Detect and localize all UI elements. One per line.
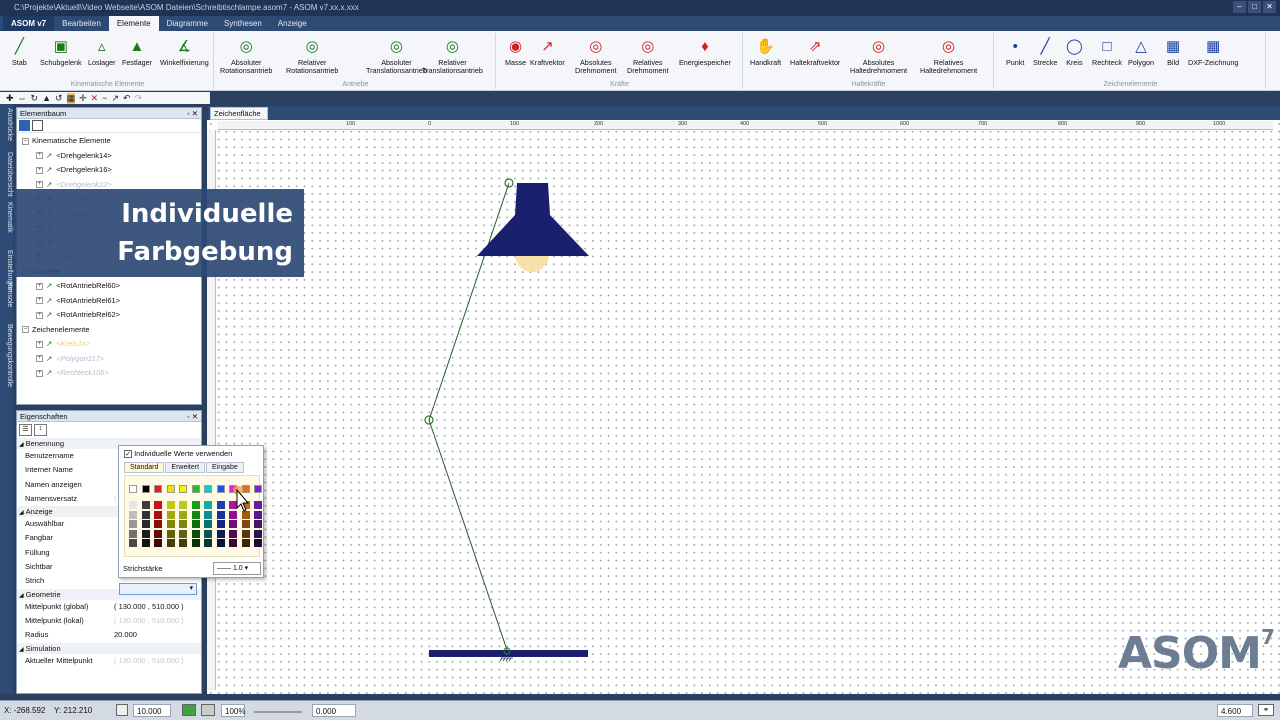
color-swatch[interactable] — [191, 510, 200, 519]
color-picker-popup: ✓ Individuelle Werte verwenden Standard E… — [118, 445, 264, 578]
color-swatch[interactable] — [229, 529, 237, 538]
color-swatch[interactable] — [229, 520, 237, 528]
zoom-slider[interactable] — [254, 711, 302, 713]
caption-overlay: Individuelle Farbgebung — [14, 189, 304, 277]
color-swatch[interactable] — [254, 510, 262, 519]
color-swatch[interactable] — [129, 529, 137, 538]
chevron-down-icon: ▾ — [189, 585, 193, 592]
color-swatch[interactable] — [166, 485, 175, 493]
color-swatch[interactable] — [129, 485, 137, 493]
stroke-width-label: Strichstärke — [123, 564, 163, 573]
caption-line-2: Farbgebung — [117, 237, 293, 267]
logo-version: 7 — [1260, 625, 1275, 650]
grid-icon[interactable] — [116, 704, 128, 716]
right-value-field: 4.600 — [1217, 704, 1253, 717]
fixed-support-icon — [499, 657, 513, 662]
checkbox-icon[interactable]: ✓ — [124, 450, 132, 458]
color-swatch[interactable] — [191, 539, 200, 547]
color-swatch[interactable] — [254, 539, 262, 547]
color-swatch[interactable] — [154, 529, 162, 538]
logo-text: ASOM — [1118, 628, 1262, 679]
color-swatch[interactable] — [254, 501, 262, 509]
color-swatch[interactable] — [179, 510, 187, 519]
status-y: Y: 212.210 — [54, 706, 93, 715]
color-swatch[interactable] — [204, 520, 212, 528]
color-swatch[interactable] — [141, 520, 150, 528]
stroke-width-value: 1.0 — [232, 565, 243, 572]
time-field[interactable]: 0.000 — [312, 704, 356, 717]
color-tab-eingabe[interactable]: Eingabe — [206, 462, 244, 473]
color-swatch[interactable] — [141, 501, 150, 509]
color-tab-standard[interactable]: Standard — [124, 462, 165, 473]
color-swatch[interactable] — [129, 539, 137, 547]
color-swatch[interactable] — [204, 485, 212, 493]
color-swatch[interactable] — [254, 520, 262, 528]
color-swatch[interactable] — [191, 501, 200, 509]
color-swatch[interactable] — [216, 485, 225, 493]
color-swatch[interactable] — [179, 539, 187, 547]
link-lower — [428, 419, 508, 651]
color-swatch[interactable] — [241, 539, 250, 547]
color-swatch[interactable] — [166, 520, 175, 528]
color-swatch[interactable] — [191, 529, 200, 538]
checkbox-label: Individuelle Werte verwenden — [134, 449, 233, 458]
color-tabs: Standard Erweitert Eingabe — [124, 462, 244, 473]
color-swatch[interactable] — [216, 539, 225, 547]
caption-line-1: Individuelle — [121, 199, 293, 229]
color-swatch[interactable] — [154, 510, 162, 519]
color-swatch[interactable] — [154, 520, 162, 528]
asom-logo: ASOM7 — [1118, 625, 1275, 679]
color-swatch[interactable] — [141, 485, 150, 493]
status-x: X: -268.592 — [4, 706, 46, 715]
color-swatch[interactable] — [216, 529, 225, 538]
color-swatch[interactable] — [241, 520, 250, 528]
color-swatch[interactable] — [129, 510, 137, 519]
color-swatch[interactable] — [141, 529, 150, 538]
link-upper — [428, 182, 510, 421]
individual-values-checkbox[interactable]: ✓ Individuelle Werte verwenden — [124, 449, 232, 458]
grid-size-field[interactable]: 10.000 — [133, 704, 171, 717]
color-swatch[interactable] — [191, 485, 200, 493]
color-swatch[interactable] — [129, 520, 137, 528]
lamp-shade — [477, 183, 589, 256]
color-tab-erweitert[interactable]: Erweitert — [165, 462, 206, 473]
stop-button[interactable] — [201, 704, 215, 716]
color-swatch[interactable] — [179, 520, 187, 528]
color-swatch[interactable] — [204, 539, 212, 547]
color-swatch[interactable] — [141, 539, 150, 547]
color-swatch[interactable] — [129, 501, 137, 509]
mouse-cursor-icon — [233, 486, 249, 512]
settings-icon[interactable]: ⚭ — [1258, 704, 1274, 716]
chevron-down-icon: ▾ — [244, 565, 249, 572]
color-swatch[interactable] — [179, 501, 187, 509]
color-swatch[interactable] — [166, 529, 175, 538]
color-swatch[interactable] — [179, 529, 187, 538]
color-swatch[interactable] — [254, 529, 262, 538]
color-swatch[interactable] — [166, 539, 175, 547]
color-swatch[interactable] — [154, 501, 162, 509]
stroke-color-dropdown[interactable]: ▾ — [119, 583, 197, 595]
color-swatch[interactable] — [229, 539, 237, 547]
color-swatch[interactable] — [141, 510, 150, 519]
color-swatch[interactable] — [191, 520, 200, 528]
color-swatch[interactable] — [216, 510, 225, 519]
color-swatch[interactable] — [241, 529, 250, 538]
color-swatch[interactable] — [254, 485, 262, 493]
color-swatch[interactable] — [216, 520, 225, 528]
color-swatch[interactable] — [204, 510, 212, 519]
stroke-width-select[interactable]: —— 1.0 ▾ — [213, 562, 261, 575]
color-swatch[interactable] — [204, 501, 212, 509]
mechanism-drawing — [424, 178, 589, 662]
zoom-field[interactable]: 100% — [221, 704, 245, 717]
play-button[interactable] — [182, 704, 196, 716]
color-swatch[interactable] — [216, 501, 225, 509]
color-swatch[interactable] — [154, 539, 162, 547]
status-bar: X: -268.592 Y: 212.210 10.000 100% 0.000… — [0, 700, 1280, 720]
color-swatch[interactable] — [204, 529, 212, 538]
color-swatch[interactable] — [166, 501, 175, 509]
color-swatch[interactable] — [166, 510, 175, 519]
color-swatch[interactable] — [179, 485, 187, 493]
color-swatch[interactable] — [154, 485, 162, 493]
